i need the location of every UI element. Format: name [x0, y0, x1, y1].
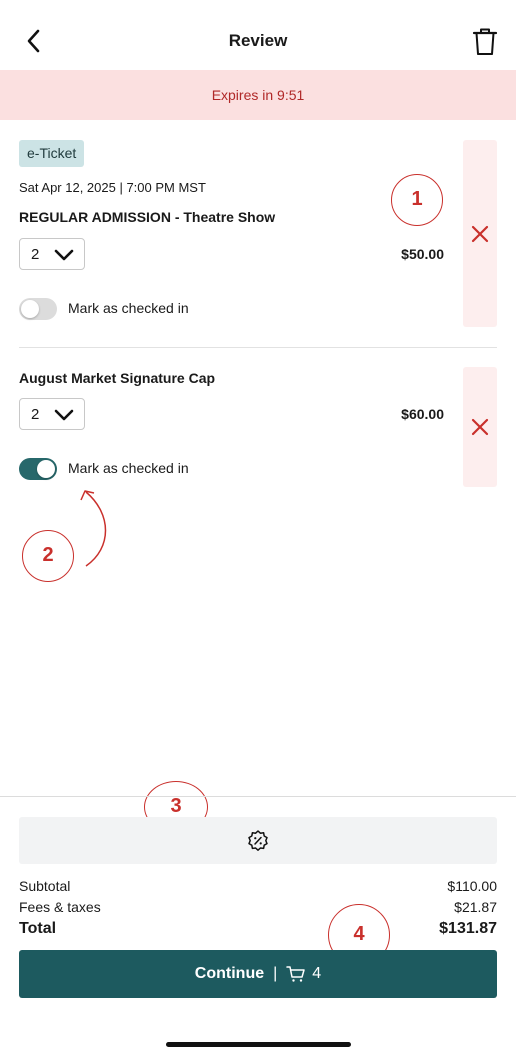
ticket-type-badge: e-Ticket [19, 140, 85, 167]
continue-separator: | [273, 965, 278, 982]
item-divider [19, 347, 497, 348]
toggle-knob [21, 300, 39, 318]
item-price: $60.00 [401, 406, 444, 422]
remove-item-button[interactable] [463, 367, 497, 487]
close-icon [471, 225, 489, 243]
continue-label: Continue [194, 965, 265, 982]
toggle-knob [37, 460, 55, 478]
item-name: August Market Signature Cap [19, 370, 216, 386]
event-date: Sat Apr 12, 2025 | 7:00 PM MST [19, 180, 206, 195]
checkin-label: Mark as checked in [68, 460, 189, 476]
checkin-label: Mark as checked in [68, 300, 189, 316]
quantity-value: 2 [31, 406, 40, 423]
item-name: REGULAR ADMISSION - Theatre Show [19, 209, 276, 225]
chevron-down-icon [54, 249, 74, 261]
quantity-value: 2 [31, 246, 40, 263]
page-title: Review [228, 31, 288, 50]
checkin-toggle[interactable] [19, 458, 57, 480]
checkin-toggle[interactable] [19, 298, 57, 320]
continue-button[interactable]: Continue | 4 [19, 950, 497, 998]
clear-cart-button[interactable] [470, 26, 500, 58]
discount-badge-icon [248, 830, 268, 851]
subtotal-value: $110.00 [447, 878, 497, 894]
expiry-banner: Expires in 9:51 [0, 70, 516, 120]
fees-label: Fees & taxes [19, 899, 101, 915]
quantity-select[interactable]: 2 [19, 398, 85, 430]
close-icon [471, 418, 489, 436]
cart-icon [286, 966, 306, 982]
fees-value: $21.87 [454, 899, 497, 915]
quantity-select[interactable]: 2 [19, 238, 85, 270]
total-label: Total [19, 920, 57, 937]
app-header: Review [0, 0, 516, 70]
annotation-marker: 1 [391, 174, 443, 226]
trash-icon [472, 28, 498, 55]
home-indicator [166, 1042, 351, 1047]
subtotal-label: Subtotal [19, 878, 71, 894]
cart-count: 4 [312, 965, 322, 982]
annotation-marker: 2 [22, 530, 74, 582]
promo-code-button[interactable] [19, 817, 497, 864]
item-price: $50.00 [401, 246, 444, 262]
chevron-down-icon [54, 409, 74, 421]
total-value: $131.87 [439, 920, 497, 937]
annotation-arrow [80, 490, 107, 567]
remove-item-button[interactable] [463, 140, 497, 327]
footer-divider [0, 796, 516, 797]
